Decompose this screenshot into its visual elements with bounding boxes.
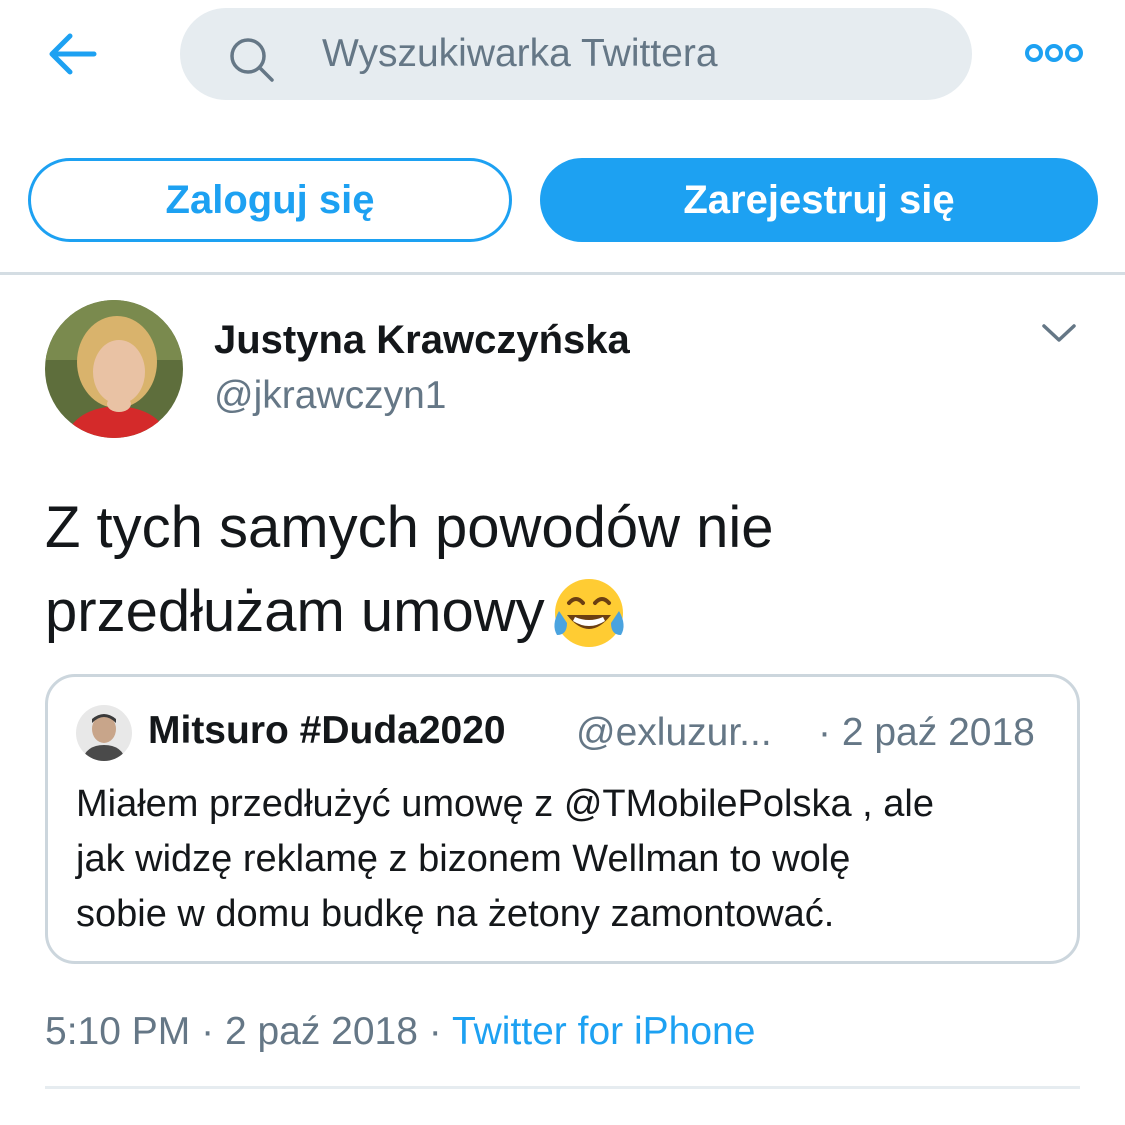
quoted-text-line: Miałem przedłużyć umowę z @TMobilePolska… <box>76 783 934 825</box>
tweet-text-line: Z tych samych powodów nie <box>45 495 774 560</box>
signup-button[interactable]: Zarejestruj się <box>540 158 1098 242</box>
quoted-text: Miałem przedłużyć umowę z @TMobilePolska… <box>76 777 1066 942</box>
quoted-text-line: sobie w domu budkę na żetony zamontować. <box>76 893 835 935</box>
top-bar: Wyszukiwarka Twittera <box>0 0 1125 110</box>
author-name[interactable]: Justyna Krawczyńska <box>214 318 630 363</box>
author-handle[interactable]: @jkrawczyn1 <box>214 374 446 418</box>
tweet-date[interactable]: 2 paź 2018 <box>225 1010 418 1053</box>
search-input[interactable]: Wyszukiwarka Twittera <box>180 8 972 100</box>
quoted-avatar <box>76 705 132 761</box>
tweet-text-span: przedłużam umowy <box>45 579 545 644</box>
search-placeholder: Wyszukiwarka Twittera <box>322 32 718 75</box>
face-with-tears-of-joy-icon <box>554 579 624 647</box>
quoted-tweet[interactable]: Mitsuro #Duda2020 @exluzur... · 2 paź 20… <box>45 674 1080 964</box>
header-divider <box>0 272 1125 275</box>
quoted-text-line: jak widzę reklamę z bizonem Wellman to w… <box>76 838 851 880</box>
tweet-text-line: przedłużam umowy <box>45 570 1085 654</box>
tweet-timestamp[interactable]: 5:10 PM <box>45 1010 190 1053</box>
arrow-left-icon <box>49 33 97 75</box>
avatar[interactable] <box>45 300 183 438</box>
meta-separator: · <box>428 1010 442 1053</box>
quoted-date: · 2 paź 2018 <box>818 711 1035 754</box>
search-icon <box>230 38 274 82</box>
more-dots-icon[interactable] <box>1024 38 1084 68</box>
auth-buttons: Zaloguj się Zarejestruj się <box>0 158 1125 244</box>
quoted-author-name: Mitsuro #Duda2020 <box>148 709 506 752</box>
tweet-source-link[interactable]: Twitter for iPhone <box>452 1010 755 1053</box>
meta-separator: · <box>201 1010 215 1053</box>
login-button[interactable]: Zaloguj się <box>28 158 512 242</box>
tweet-text: Z tych samych powodów nie przedłużam umo… <box>45 486 1085 654</box>
back-button[interactable] <box>44 28 100 80</box>
chevron-down-icon[interactable] <box>1040 318 1078 348</box>
tweet-meta: 5:10 PM · 2 paź 2018 · Twitter for iPhon… <box>45 1010 755 1054</box>
quoted-author-handle: @exluzur... <box>576 711 772 754</box>
bottom-divider <box>45 1086 1080 1089</box>
